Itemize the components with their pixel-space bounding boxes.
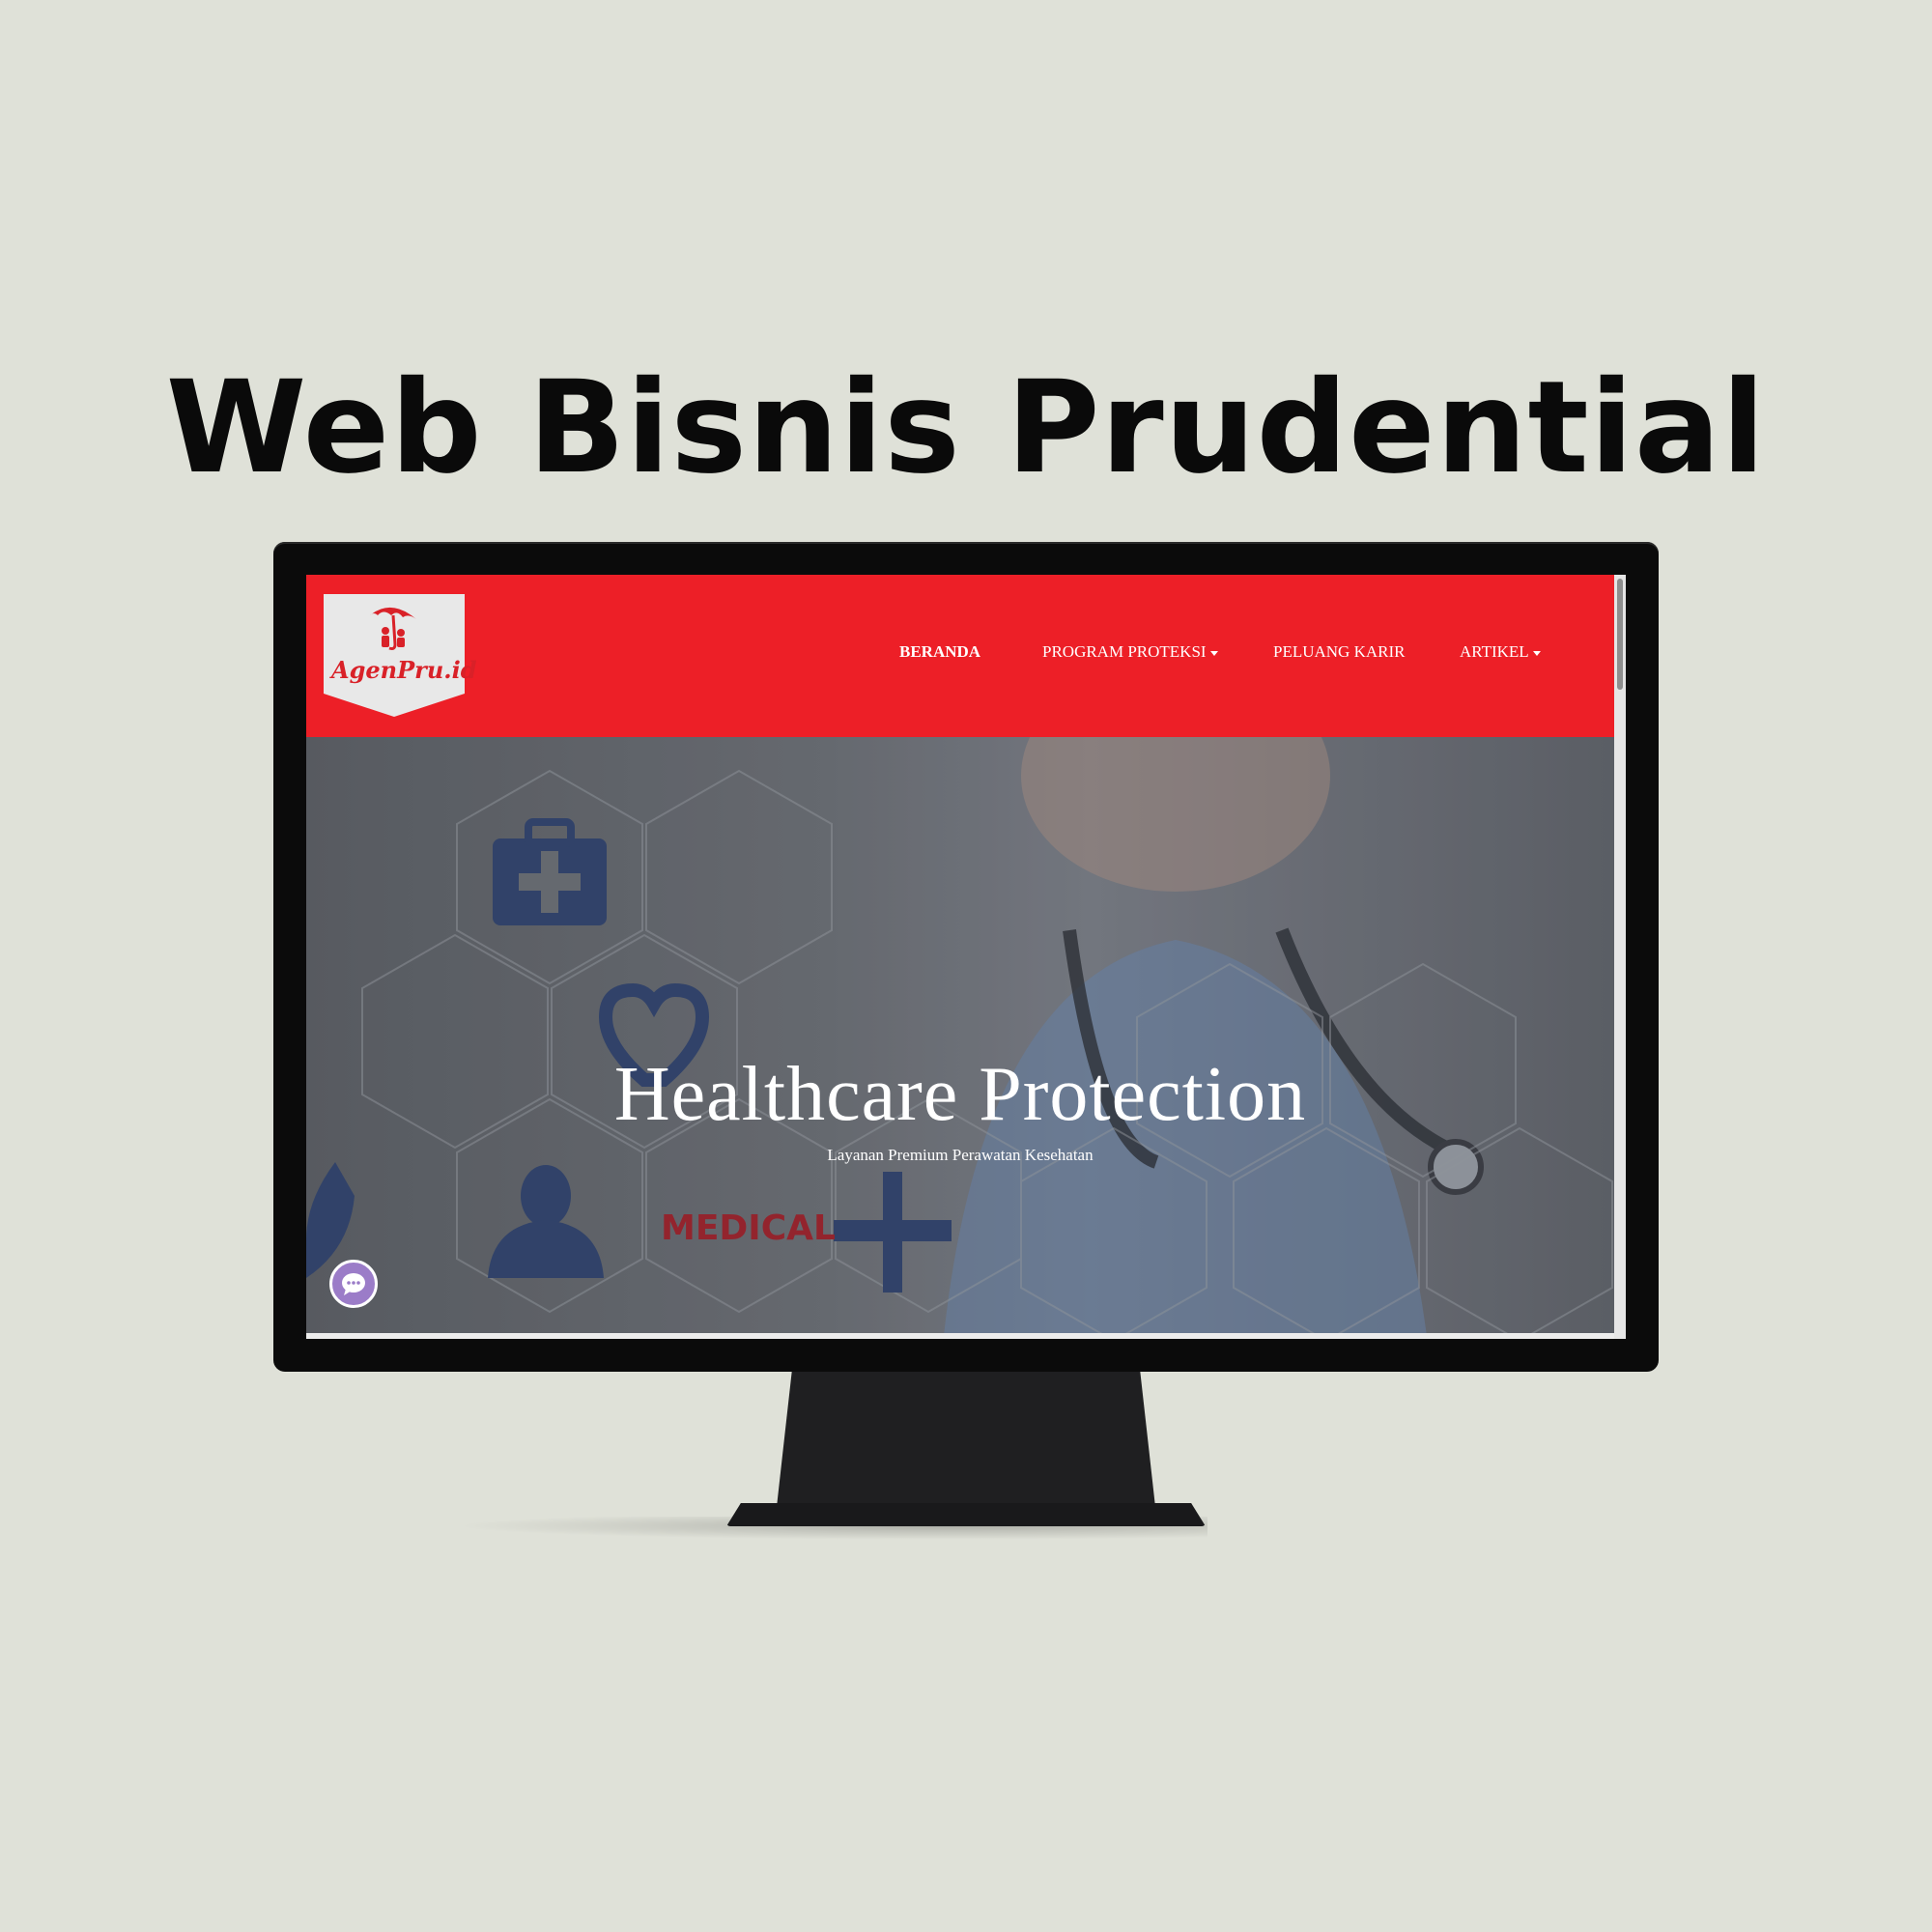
monitor-frame: AgenPru.id BERANDA PROGRAM PROTEKSI PELU… xyxy=(273,542,1659,1372)
site-navbar: AgenPru.id BERANDA PROGRAM PROTEKSI PELU… xyxy=(306,575,1614,737)
logo-text: AgenPru.id xyxy=(331,656,477,684)
nav-item-beranda[interactable]: BERANDA xyxy=(899,642,980,662)
monitor-screen: AgenPru.id BERANDA PROGRAM PROTEKSI PELU… xyxy=(306,575,1626,1339)
site-logo[interactable]: AgenPru.id xyxy=(324,594,477,717)
monitor-stand-neck xyxy=(777,1372,1155,1507)
hero-title: Healthcare Protection xyxy=(613,1052,1307,1137)
nav-item-label: ARTIKEL xyxy=(1460,642,1529,661)
nav-item-artikel[interactable]: ARTIKEL xyxy=(1460,642,1541,662)
chat-bubble-icon xyxy=(342,1273,365,1295)
hero-background-image: MEDICAL xyxy=(306,737,1614,1333)
nav-item-label: PELUANG KARIR xyxy=(1273,642,1406,661)
chat-button[interactable] xyxy=(329,1260,378,1308)
nav-item-label: PROGRAM PROTEKSI xyxy=(1042,642,1207,661)
page-headline: Web Bisnis Prudential xyxy=(165,354,1767,502)
screen-bottom-edge xyxy=(306,1333,1614,1339)
scrollbar-thumb[interactable] xyxy=(1617,579,1623,690)
caret-down-icon xyxy=(1532,650,1541,656)
page-scrollbar[interactable] xyxy=(1614,575,1626,1339)
monitor-stand-base xyxy=(726,1503,1206,1526)
hero-banner: MEDICAL Healthcare Protection Layanan Pr… xyxy=(306,737,1614,1333)
hero-subtitle: Layanan Premium Perawatan Kesehatan xyxy=(827,1146,1094,1164)
nav-item-program-proteksi[interactable]: PROGRAM PROTEKSI xyxy=(1042,642,1218,662)
nav-item-label: BERANDA xyxy=(899,642,981,661)
caret-down-icon xyxy=(1209,650,1218,656)
nav-item-peluang-karir[interactable]: PELUANG KARIR xyxy=(1273,642,1405,662)
